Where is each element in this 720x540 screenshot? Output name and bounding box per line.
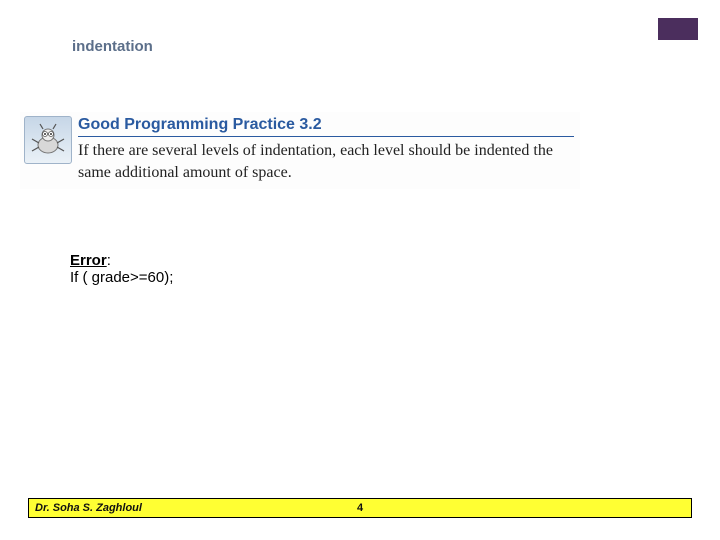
- corner-accent: [658, 18, 698, 40]
- footer-bar: Dr. Soha S. Zaghloul 4: [28, 498, 692, 518]
- error-colon: :: [107, 252, 111, 269]
- slide-title: indentation: [72, 38, 153, 55]
- error-code: If ( grade>=60);: [70, 269, 173, 286]
- footer-page-number: 4: [357, 502, 363, 514]
- error-label: Error: [70, 252, 107, 269]
- error-block: Error: If ( grade>=60);: [70, 252, 173, 286]
- footer-author: Dr. Soha S. Zaghloul: [35, 502, 142, 514]
- good-practice-box: Good Programming Practice 3.2 If there a…: [20, 112, 580, 189]
- practice-body: If there are several levels of indentati…: [78, 140, 574, 183]
- practice-heading: Good Programming Practice 3.2: [78, 116, 574, 137]
- bug-icon: [24, 116, 72, 164]
- practice-text-block: Good Programming Practice 3.2 If there a…: [78, 116, 574, 183]
